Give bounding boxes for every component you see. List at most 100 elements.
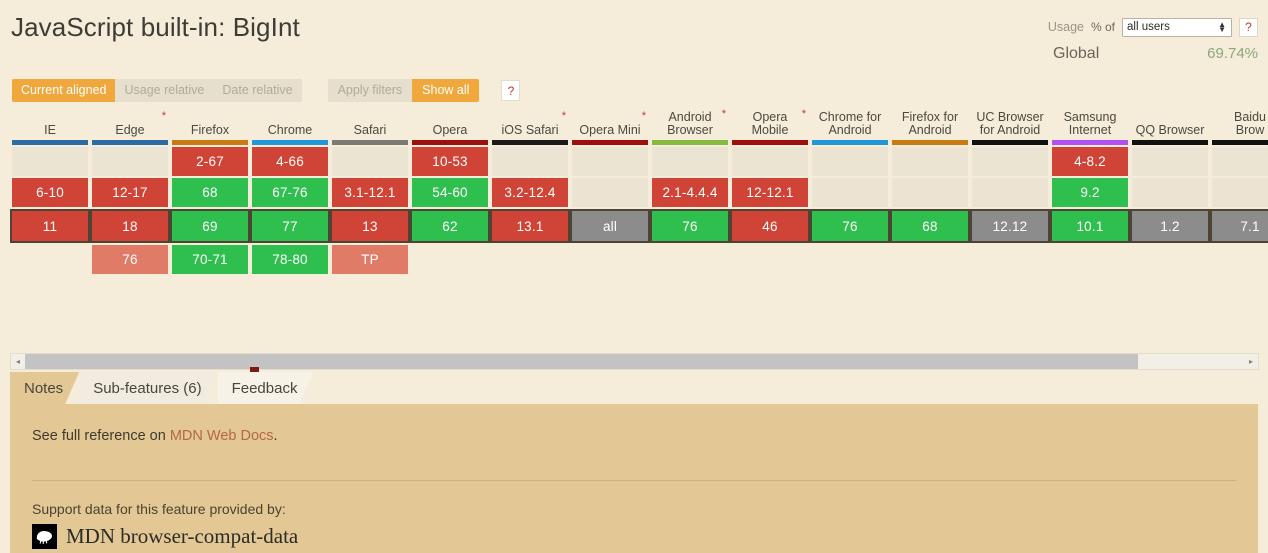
support-cell[interactable]: 70-71 — [172, 245, 248, 274]
support-cell[interactable] — [572, 178, 648, 207]
support-cell[interactable] — [732, 245, 808, 274]
note-asterisk-icon[interactable]: * — [162, 110, 166, 123]
browser-column-firefox-for-android[interactable]: Firefox forAndroid — [890, 108, 970, 145]
support-cell[interactable]: 2-67 — [172, 147, 248, 176]
browser-column-opera-mobile[interactable]: OperaMobile* — [730, 108, 810, 145]
support-cell[interactable] — [652, 245, 728, 274]
support-cell[interactable] — [492, 147, 568, 176]
browser-column-chrome[interactable]: Chrome — [250, 108, 330, 145]
current-support-cell[interactable]: 11 — [12, 211, 88, 241]
support-cell[interactable] — [892, 178, 968, 207]
current-support-cell[interactable]: 68 — [892, 211, 968, 241]
support-cell[interactable]: 12-12.1 — [732, 178, 808, 207]
support-cell[interactable] — [892, 147, 968, 176]
support-cell[interactable] — [652, 147, 728, 176]
current-support-cell[interactable]: 69 — [172, 211, 248, 241]
browser-column-ios-safari[interactable]: iOS Safari* — [490, 108, 570, 145]
support-cell[interactable] — [412, 245, 488, 274]
current-support-cell[interactable]: 12.12 — [972, 211, 1048, 241]
support-cell[interactable]: 9.2 — [1052, 178, 1128, 207]
current-support-cell[interactable]: 18 — [92, 211, 168, 241]
usage-audience-select[interactable]: all users ▲▼ — [1122, 18, 1232, 37]
support-cell[interactable] — [1132, 147, 1208, 176]
current-support-cell[interactable]: 76 — [652, 211, 728, 241]
support-cell[interactable] — [1212, 245, 1268, 274]
filter-apply-filters[interactable]: Apply filters — [328, 79, 413, 102]
support-cell[interactable] — [572, 147, 648, 176]
browser-column-opera-mini[interactable]: Opera Mini* — [570, 108, 650, 145]
filter-usage-relative[interactable]: Usage relative — [115, 79, 213, 102]
scrollbar-thumb[interactable] — [25, 354, 1138, 369]
support-cell[interactable] — [812, 147, 888, 176]
browser-column-samsung-internet[interactable]: SamsungInternet — [1050, 108, 1130, 145]
support-cell[interactable]: 68 — [172, 178, 248, 207]
support-cell[interactable] — [972, 245, 1048, 274]
filter-date-relative[interactable]: Date relative — [213, 79, 301, 102]
support-cell[interactable]: 78-80 — [252, 245, 328, 274]
support-cell[interactable]: 4-8.2 — [1052, 147, 1128, 176]
filters-help-icon[interactable]: ? — [501, 80, 520, 101]
support-cell[interactable] — [1212, 147, 1268, 176]
support-cell[interactable]: 76 — [92, 245, 168, 274]
note-asterisk-icon[interactable]: * — [562, 110, 566, 123]
support-cell[interactable]: 3.2-12.4 — [492, 178, 568, 207]
current-support-cell[interactable]: 76 — [812, 211, 888, 241]
support-cell[interactable]: 4-66 — [252, 147, 328, 176]
support-cell[interactable] — [732, 147, 808, 176]
support-cell[interactable] — [812, 178, 888, 207]
support-cell[interactable]: 3.1-12.1 — [332, 178, 408, 207]
browser-column-baidu-browser[interactable]: BaiduBrow — [1210, 108, 1268, 145]
support-cell[interactable] — [92, 147, 168, 176]
tab-sub-features[interactable]: Sub-features (6) — [79, 372, 217, 404]
current-support-cell[interactable]: 62 — [412, 211, 488, 241]
usage-help-icon[interactable]: ? — [1239, 18, 1258, 37]
support-cell[interactable] — [1132, 245, 1208, 274]
support-cell[interactable] — [972, 147, 1048, 176]
browser-column-edge[interactable]: Edge* — [90, 108, 170, 145]
browser-column-ie[interactable]: IE — [10, 108, 90, 145]
support-cell[interactable]: 54-60 — [412, 178, 488, 207]
support-cell[interactable]: 67-76 — [252, 178, 328, 207]
note-asterisk-icon[interactable]: * — [722, 108, 726, 121]
support-cell[interactable] — [332, 147, 408, 176]
support-cell[interactable] — [12, 245, 88, 274]
support-cell[interactable]: TP — [332, 245, 408, 274]
current-support-cell[interactable]: 77 — [252, 211, 328, 241]
current-support-cell[interactable]: 13.1 — [492, 211, 568, 241]
support-cell[interactable] — [492, 245, 568, 274]
mdn-web-docs-link[interactable]: MDN Web Docs — [170, 428, 274, 444]
current-support-cell[interactable]: 10.1 — [1052, 211, 1128, 241]
support-cell[interactable] — [572, 245, 648, 274]
scrollbar-track[interactable] — [25, 354, 1244, 369]
support-cell[interactable] — [1212, 178, 1268, 207]
table-horizontal-scrollbar[interactable]: ◂ ▸ — [10, 353, 1259, 370]
support-cell[interactable] — [12, 147, 88, 176]
filter-show-all[interactable]: Show all — [412, 79, 479, 102]
filter-current-aligned[interactable]: Current aligned — [12, 79, 115, 102]
support-cell[interactable]: 12-17 — [92, 178, 168, 207]
support-cell[interactable]: 6-10 — [12, 178, 88, 207]
browser-column-firefox[interactable]: Firefox — [170, 108, 250, 145]
browser-column-safari[interactable]: Safari — [330, 108, 410, 145]
scroll-right-arrow-icon[interactable]: ▸ — [1244, 354, 1258, 369]
scroll-left-arrow-icon[interactable]: ◂ — [11, 354, 25, 369]
current-support-cell[interactable]: 13 — [332, 211, 408, 241]
note-asterisk-icon[interactable]: * — [642, 110, 646, 123]
support-cell[interactable]: 2.1-4.4.4 — [652, 178, 728, 207]
browser-column-qq-browser[interactable]: QQ Browser — [1130, 108, 1210, 145]
current-support-cell[interactable]: 7.1 — [1212, 211, 1268, 241]
support-cell[interactable] — [812, 245, 888, 274]
current-support-cell[interactable]: 46 — [732, 211, 808, 241]
browser-column-opera[interactable]: Opera — [410, 108, 490, 145]
support-cell[interactable] — [1052, 245, 1128, 274]
support-cell[interactable] — [1132, 178, 1208, 207]
support-cell[interactable] — [972, 178, 1048, 207]
tab-feedback[interactable]: Feedback — [218, 372, 314, 404]
current-support-cell[interactable]: 1.2 — [1132, 211, 1208, 241]
browser-column-uc-browser-for-android[interactable]: UC Browserfor Android — [970, 108, 1050, 145]
tab-notes[interactable]: Notes — [10, 372, 79, 404]
support-cell[interactable] — [892, 245, 968, 274]
browser-column-chrome-for-android[interactable]: Chrome forAndroid — [810, 108, 890, 145]
support-cell[interactable]: 10-53 — [412, 147, 488, 176]
browser-column-android-browser[interactable]: AndroidBrowser* — [650, 108, 730, 145]
